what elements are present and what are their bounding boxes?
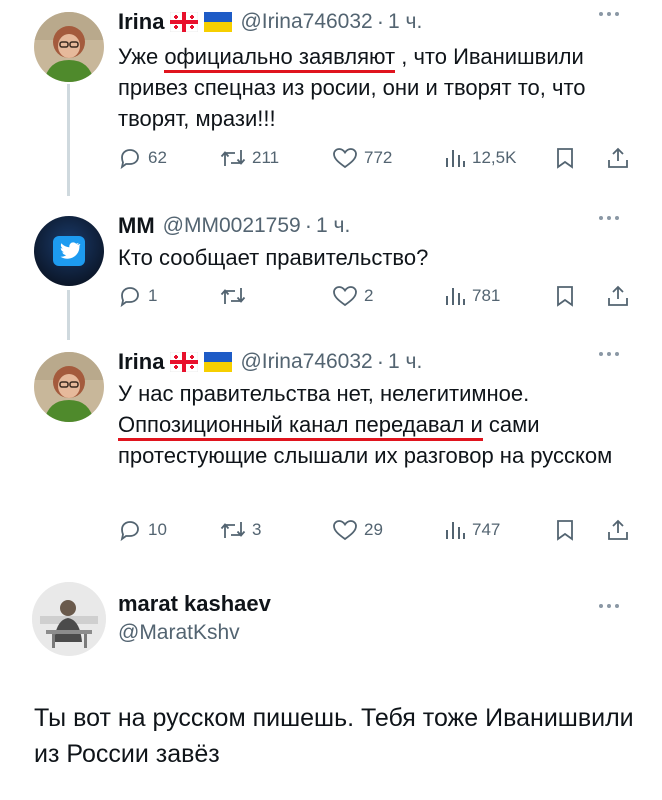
retweet-count: 211 xyxy=(252,148,280,167)
retweet-icon xyxy=(220,522,246,538)
reply-icon xyxy=(120,521,139,542)
bookmark-icon xyxy=(557,148,573,169)
like-count: 29 xyxy=(364,520,383,539)
underlined-phrase: официально заявляют xyxy=(164,44,396,73)
more-icon[interactable] xyxy=(594,346,624,362)
reply-icon xyxy=(120,149,139,170)
tweet-text: Ты вот на русском пишешь. Тебя тоже Иван… xyxy=(34,704,634,768)
author-name[interactable]: MM xyxy=(118,213,155,239)
author-handle[interactable]: @Irina746032 xyxy=(240,350,372,374)
bookmark-button[interactable] xyxy=(554,144,576,172)
retweet-count: 3 xyxy=(252,520,262,539)
ukraine-flag-icon xyxy=(204,352,233,372)
like-icon xyxy=(333,520,357,541)
author-handle[interactable]: @MaratKshv xyxy=(118,618,271,648)
view-count: 12,5K xyxy=(472,148,517,167)
tweet-text-part: Уже xyxy=(118,44,165,69)
views-button[interactable]: 747 xyxy=(444,516,500,544)
tweet-actions: 10 3 29 747 xyxy=(118,516,638,544)
tweet-actions: 1 2 781 xyxy=(118,282,638,310)
like-button[interactable]: 29 xyxy=(332,516,383,544)
author-name[interactable]: marat kashaev xyxy=(118,590,271,618)
reply-button[interactable]: 1 xyxy=(118,282,157,310)
timestamp[interactable]: 1 ч. xyxy=(388,10,422,34)
retweet-button[interactable]: 211 xyxy=(220,144,279,172)
reply-button[interactable]: 10 xyxy=(118,516,167,544)
author-handle[interactable]: @MM0021759 xyxy=(163,214,301,238)
author-handle[interactable]: @Irina746032 xyxy=(240,10,372,34)
ukraine-flag-icon xyxy=(204,12,233,32)
share-icon xyxy=(608,519,628,540)
tweet-text: Уже официально заявляют , что Иванишвили… xyxy=(118,41,628,134)
reply-count: 62 xyxy=(148,148,167,167)
like-icon xyxy=(333,286,357,307)
georgia-flag-icon xyxy=(170,12,199,32)
share-button[interactable] xyxy=(606,282,630,310)
author-name[interactable]: Irina xyxy=(118,9,164,35)
focused-tweet[interactable]: marat kashaev @MaratKshv Ты вот на русск… xyxy=(0,574,662,800)
share-icon xyxy=(608,147,628,168)
view-count: 747 xyxy=(472,520,501,539)
reply-count: 10 xyxy=(148,520,167,539)
retweet-icon xyxy=(220,288,246,304)
separator-dot: · xyxy=(376,9,385,34)
share-button[interactable] xyxy=(606,516,630,544)
reply-count: 1 xyxy=(148,286,158,305)
share-icon xyxy=(608,285,628,306)
timestamp[interactable]: 1 ч. xyxy=(316,214,350,238)
views-icon xyxy=(446,150,465,167)
tweet-text-part: У нас правительства нет, нелегитимное. xyxy=(118,381,530,406)
bookmark-icon xyxy=(557,286,573,307)
reply-icon xyxy=(120,287,139,308)
views-button[interactable]: 781 xyxy=(444,282,500,310)
retweet-icon xyxy=(220,150,246,166)
underlined-phrase: Оппозиционный канал передавал и xyxy=(118,412,483,441)
like-count: 2 xyxy=(364,286,374,305)
georgia-flag-icon xyxy=(170,352,199,372)
like-button[interactable]: 772 xyxy=(332,144,392,172)
like-count: 772 xyxy=(364,148,393,167)
view-count: 781 xyxy=(472,286,501,305)
bookmark-button[interactable] xyxy=(554,282,576,310)
tweet[interactable]: Irina @Irina746032 · 1 ч. Уже официально… xyxy=(0,0,662,200)
tweet[interactable]: Irina @Irina746032 · 1 ч. У нас правител… xyxy=(0,340,662,570)
views-icon xyxy=(446,288,465,305)
more-icon[interactable] xyxy=(594,210,624,226)
tweet-text: У нас правительства нет, нелегитимное. О… xyxy=(118,378,628,471)
views-button[interactable]: 12,5K xyxy=(444,144,516,172)
avatar[interactable] xyxy=(34,216,104,286)
tweet-text: Кто сообщает правительство? xyxy=(118,245,429,270)
like-button[interactable]: 2 xyxy=(332,282,373,310)
more-icon[interactable] xyxy=(594,6,624,22)
retweet-button[interactable]: 3 xyxy=(220,516,261,544)
avatar[interactable] xyxy=(34,12,104,82)
views-icon xyxy=(446,522,465,539)
author-name[interactable]: Irina xyxy=(118,349,164,375)
bookmark-button[interactable] xyxy=(554,516,576,544)
tweet[interactable]: MM @MM0021759 · 1 ч. Кто сообщает правит… xyxy=(0,204,662,344)
avatar[interactable] xyxy=(32,582,106,656)
more-icon[interactable] xyxy=(594,598,624,614)
separator-dot: · xyxy=(304,213,313,238)
bookmark-icon xyxy=(557,520,573,541)
tweet-actions: 62 211 772 12,5K xyxy=(118,144,638,172)
separator-dot: · xyxy=(376,349,385,374)
timestamp[interactable]: 1 ч. xyxy=(388,350,422,374)
like-icon xyxy=(333,148,357,169)
reply-button[interactable]: 62 xyxy=(118,144,167,172)
retweet-button[interactable] xyxy=(220,282,252,310)
avatar[interactable] xyxy=(34,352,104,422)
share-button[interactable] xyxy=(606,144,630,172)
